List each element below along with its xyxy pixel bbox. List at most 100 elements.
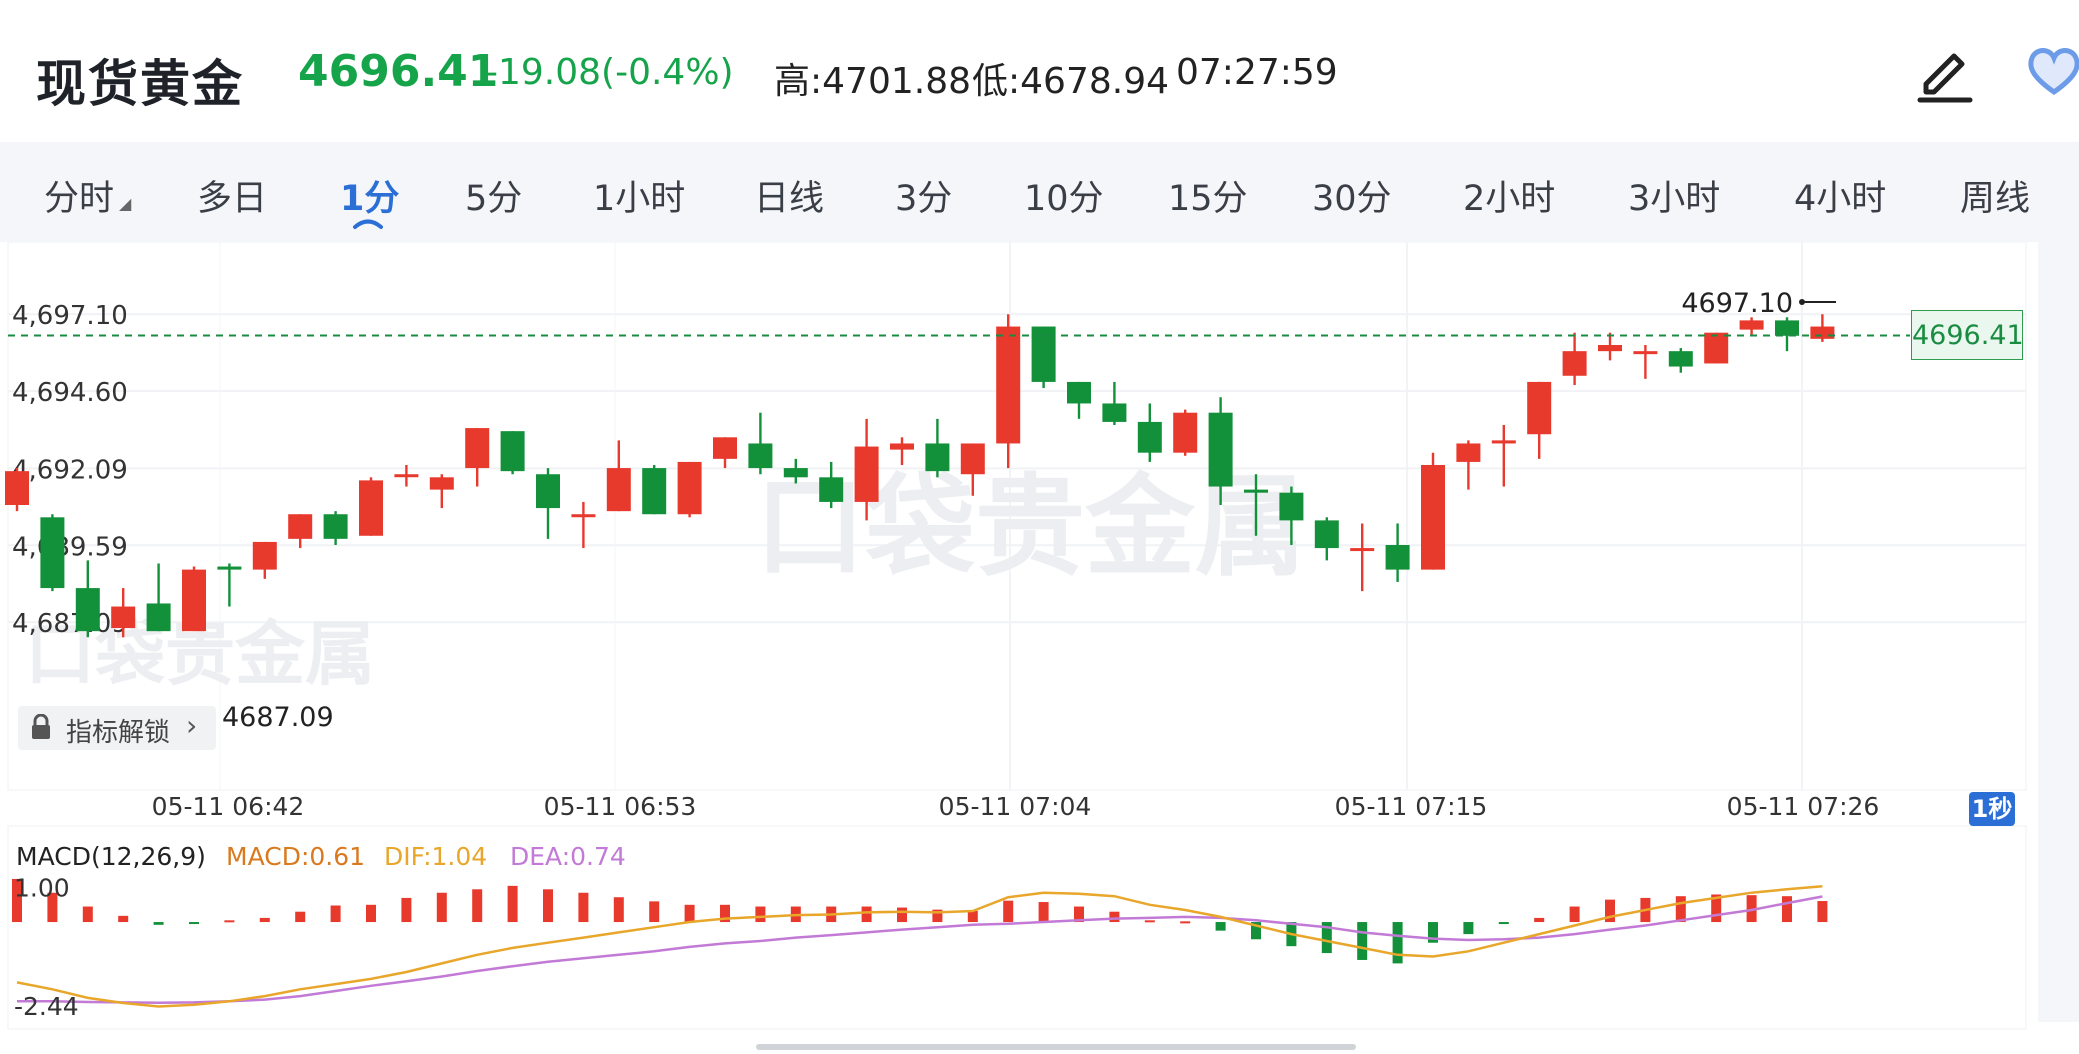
macd-bar [684,904,695,923]
last-price: 4696.41 [298,46,499,97]
max-label: 4697.10 [1681,288,1793,319]
candle-body [1067,381,1091,404]
candle-body [75,588,100,632]
macd-bar [578,892,589,923]
kline-chart[interactable]: 口袋贵金属 口袋贵金属 4,697.104,694.604,692.094,68… [0,241,2079,1050]
macd-bar [1392,922,1403,964]
day-low: 低:4678.94 [972,61,1169,102]
macd-bar [436,892,447,923]
price-change: -19.08(-0.4%) [485,52,734,93]
period-tabs: 分时 ◢ 多日 1分 5分 1小时 日线 3分 10分 15分 30分 2小时 … [0,142,2079,242]
candle-body [429,477,454,490]
macd-bar [82,906,93,923]
candle-body [465,428,490,469]
tab-15min[interactable]: 15分 [1168,170,1248,221]
macd-bar [649,901,660,923]
macd-bar [1109,911,1120,923]
macd-bar [897,907,907,923]
macd-bar [224,920,235,923]
macd-bar [295,911,306,923]
tab-3min[interactable]: 3分 [895,170,952,221]
macd-bar [1003,900,1014,923]
macd-bar [1782,896,1792,923]
price-tick-label: 4,689.59 [12,532,128,562]
right-side-panel [2038,242,2079,1022]
time-tick-label: 05-11 07:04 [939,792,1092,821]
macd-bar [153,922,164,925]
interval-badge[interactable]: 1秒 [1969,792,2015,826]
candle [677,461,702,518]
candle-body [1421,465,1445,570]
tab-weekly[interactable]: 周线 [1960,170,2030,221]
macd-bar [1569,906,1580,923]
tab-5min[interactable]: 5分 [465,170,522,221]
tab-4hour[interactable]: 4小时 [1794,170,1886,221]
candle-body [1137,421,1162,453]
candle-body [925,443,950,472]
candle-body [252,541,277,570]
macd-bar [401,897,412,923]
favorite-button[interactable] [2024,40,2079,100]
tab-multi-day[interactable]: 多日 [197,170,267,221]
lock-icon [32,714,50,739]
tab-1hour[interactable]: 1小时 [593,170,685,221]
candle-body [1208,412,1233,487]
candle-body [1314,520,1339,549]
time-tick-label: 05-11 07:26 [1727,792,1880,821]
tab-1min[interactable]: 1分 [340,170,399,221]
candle-body [1633,351,1658,355]
candle-body [182,569,206,632]
chart-area[interactable]: 口袋贵金属 口袋贵金属 4,697.10 4,694.60 4,692.09 4,68… [0,241,2079,1050]
candle-body [1668,351,1693,367]
macd-bar [366,904,376,923]
candle-body [1350,548,1375,552]
candle-body [1279,492,1304,521]
active-tab-indicator [353,219,383,229]
candle-body [394,474,419,478]
time-tick-label: 05-11 06:53 [544,792,697,821]
candle-body [5,471,29,505]
candle [40,514,65,592]
macd-bar [1038,902,1049,923]
candle-body [713,437,737,459]
macd-bar [1180,921,1191,924]
candle-body [819,477,844,502]
macd-bar [1534,917,1545,923]
candle-body [111,606,136,629]
time-tick-label: 05-11 07:15 [1335,792,1488,821]
candle-body [783,468,808,478]
macd-bar [543,889,553,923]
candle-body [890,443,914,450]
tab-10min[interactable]: 10分 [1024,170,1104,221]
caret-down-icon: ◢ [119,194,132,213]
macd-tick-label: -2.44 [14,992,79,1021]
candle-body [536,474,560,509]
candle [359,477,383,536]
tab-daily[interactable]: 日线 [754,170,824,221]
candle [5,468,29,512]
price-tick-label: 4,692.09 [12,455,128,485]
macd-bar [755,906,766,923]
macd-bar [1215,922,1226,931]
macd-bar [189,922,199,925]
edit-button[interactable] [1912,38,1978,104]
chevron-right-icon: › [186,709,198,742]
home-indicator [756,1044,1356,1050]
candle-body [1385,545,1410,570]
quote-time: 07:27:59 [1176,52,1338,93]
tab-30min[interactable]: 30分 [1312,170,1392,221]
candle-body [146,603,171,632]
price-tick-label: 4,697.10 [12,301,128,331]
tab-2hour[interactable]: 2小时 [1463,170,1555,221]
min-label: 4687.09 [222,702,334,733]
tab-intraday[interactable]: 分时 [44,170,114,221]
macd-bar [1675,896,1686,923]
tab-3hour[interactable]: 3小时 [1628,170,1720,221]
candle-body [1739,320,1764,330]
candle-body [960,443,985,475]
candle-body [359,480,383,536]
candle [500,431,525,475]
indicator-unlock-button[interactable]: 指标解锁 › [18,706,216,750]
candle-body [996,326,1021,444]
macd-tick-label: 1.00 [14,874,70,903]
